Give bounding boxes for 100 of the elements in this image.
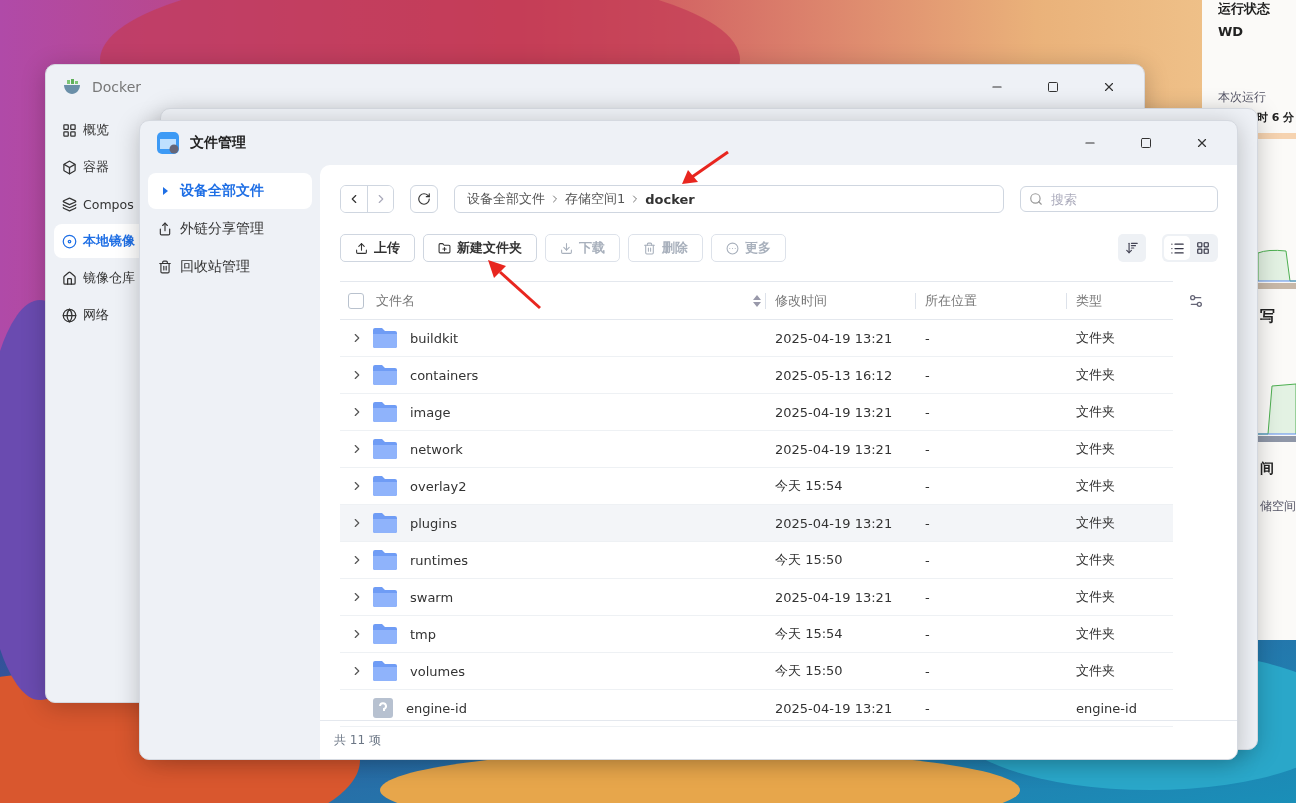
toolbar-button[interactable]: 上传 (340, 234, 415, 262)
file-type: 文件夹 (1075, 625, 1116, 643)
storage-label: 储空间 (1260, 498, 1296, 515)
file-type: 文件夹 (1075, 440, 1116, 458)
folder-icon (372, 364, 398, 386)
path-field[interactable]: 设备全部文件 存储空间1 docker (454, 185, 1004, 213)
uptime-value: 时 6 分 (1257, 110, 1295, 125)
arrow (680, 150, 730, 186)
sidebar-item[interactable]: 容器 (54, 150, 139, 184)
modified-time: 今天 15:50 (774, 662, 844, 680)
share-icon (158, 222, 172, 236)
sidebar-item[interactable]: 本地镜像 (54, 224, 139, 258)
file-name: swarm (409, 589, 454, 605)
checkbox[interactable] (348, 292, 364, 309)
folder-icon (372, 401, 398, 423)
file-row[interactable]: containers 2025-05-13 16:12 - 文件夹 (340, 357, 1173, 394)
folder-plus-icon (438, 241, 451, 255)
window-title: Docker (92, 79, 143, 95)
column-header[interactable]: 文件名 (376, 291, 415, 310)
file-name: image (409, 404, 451, 420)
file-name: plugins (409, 515, 457, 531)
sidebar-item[interactable]: 设备全部文件 (148, 173, 312, 209)
sparkline (1258, 382, 1296, 436)
file-row[interactable]: tmp 今天 15:54 - 文件夹 (340, 616, 1173, 653)
file-row[interactable]: engine-id 2025-04-19 13:21 - engine-id (340, 690, 1173, 727)
column-settings-icon[interactable] (1187, 293, 1204, 309)
file-row[interactable]: image 2025-04-19 13:21 - 文件夹 (340, 394, 1173, 431)
location: - (924, 404, 931, 420)
sidebar-item[interactable]: 镜像仓库 (54, 261, 139, 295)
upload-icon (355, 241, 368, 255)
file-name: buildkit (409, 330, 459, 346)
file-name: overlay2 (409, 478, 467, 494)
file-name: network (409, 441, 463, 457)
sidebar-item[interactable]: 回收站管理 (148, 249, 312, 285)
file-name: tmp (409, 626, 436, 642)
toolbar-button[interactable]: 新建文件夹 (423, 234, 537, 262)
location: - (924, 626, 931, 642)
location: - (924, 367, 931, 383)
file-row[interactable]: network 2025-04-19 13:21 - 文件夹 (340, 431, 1173, 468)
breadcrumb-item[interactable]: 存储空间1 (565, 190, 626, 208)
modified-time: 2025-04-19 13:21 (774, 700, 894, 716)
file-row[interactable]: swarm 2025-04-19 13:21 - 文件夹 (340, 579, 1173, 616)
status-value: WD (1218, 24, 1245, 39)
file-name: runtimes (409, 552, 468, 568)
modified-time: 2025-05-13 16:12 (774, 367, 894, 383)
folder-app-icon (156, 131, 180, 155)
arrow (486, 258, 542, 310)
window-title: 文件管理 (190, 134, 247, 152)
house-icon (62, 270, 77, 286)
close-icon (1102, 80, 1116, 94)
sidebar-item[interactable]: 网络 (54, 298, 139, 332)
modified-time: 今天 15:54 (774, 625, 844, 643)
disc-icon (62, 233, 77, 249)
location: - (924, 552, 931, 568)
folder-icon (372, 623, 398, 645)
file-row[interactable]: runtimes 今天 15:50 - 文件夹 (340, 542, 1173, 579)
ellipsis-icon (726, 241, 739, 255)
file-row[interactable]: plugins 2025-04-19 13:21 - 文件夹 (340, 505, 1173, 542)
list-icon (1169, 240, 1185, 256)
uptime-label: 本次运行 (1218, 89, 1267, 106)
breadcrumb-item[interactable]: docker (645, 191, 695, 207)
file-type: 文件夹 (1075, 329, 1116, 347)
list-view-button[interactable] (1164, 236, 1190, 260)
download-icon (560, 241, 573, 255)
location: - (924, 441, 931, 457)
modified-time: 2025-04-19 13:21 (774, 330, 894, 346)
maximize-icon (1047, 81, 1059, 93)
modified-time: 2025-04-19 13:21 (774, 404, 894, 420)
folder-icon (372, 438, 398, 460)
sort-button[interactable] (1118, 234, 1146, 262)
file-type: 文件夹 (1075, 403, 1116, 421)
folder-icon (372, 512, 398, 534)
location: - (924, 589, 931, 605)
file-name: engine-id (405, 700, 467, 716)
file-type: 文件夹 (1075, 477, 1116, 495)
sparkline (1258, 249, 1296, 283)
sidebar-item[interactable]: 概览 (54, 113, 139, 147)
modified-time: 今天 15:54 (774, 477, 844, 495)
column-header[interactable]: 修改时间 (775, 291, 827, 310)
modified-time: 2025-04-19 13:21 (774, 515, 894, 531)
search-field[interactable]: 搜索 (1020, 186, 1218, 212)
refresh-button[interactable] (410, 185, 438, 213)
column-header[interactable]: 类型 (1076, 291, 1102, 310)
section-title: 间 (1260, 460, 1274, 478)
file-row[interactable]: volumes 今天 15:50 - 文件夹 (340, 653, 1173, 690)
file-type: 文件夹 (1075, 588, 1116, 606)
column-header[interactable]: 所在位置 (925, 291, 977, 310)
trash-icon (158, 260, 172, 274)
sidebar-item[interactable]: Compos (54, 187, 139, 221)
location: - (924, 330, 931, 346)
file-name: volumes (409, 663, 465, 679)
globe-icon (62, 307, 77, 323)
folder-icon (372, 660, 398, 682)
maximize-icon (1140, 137, 1152, 149)
file-name: containers (409, 367, 479, 383)
file-row[interactable]: buildkit 2025-04-19 13:21 - 文件夹 (340, 320, 1173, 357)
refresh-icon (417, 192, 431, 206)
folder-icon (372, 475, 398, 497)
breadcrumb-item[interactable]: 设备全部文件 (467, 190, 545, 208)
sidebar-item[interactable]: 外链分享管理 (148, 211, 312, 247)
